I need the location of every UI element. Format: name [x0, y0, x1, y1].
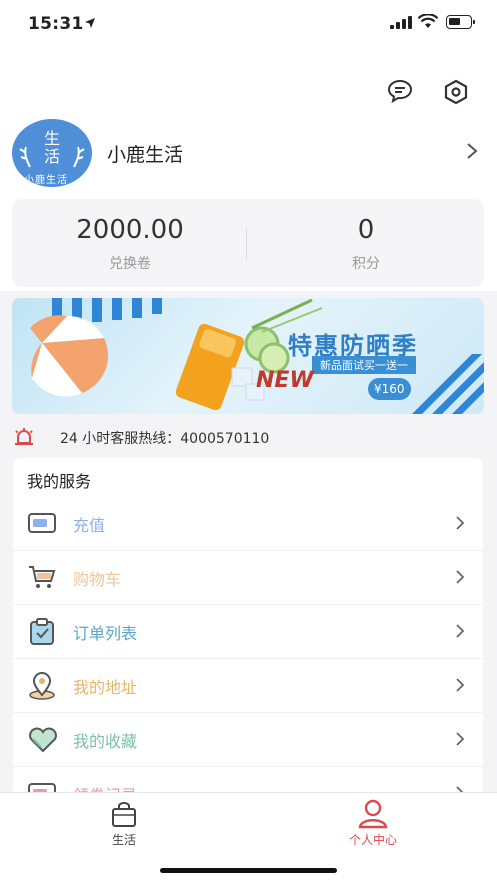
cellular-signal-icon [390, 16, 412, 29]
chevron-right-icon [456, 570, 465, 584]
points-value[interactable]: 0 [266, 215, 466, 245]
stats-card: 2000.00 兑换卷 0 积分 [12, 199, 484, 287]
message-icon[interactable] [387, 79, 413, 103]
wifi-icon [418, 14, 438, 28]
chevron-right-icon [456, 678, 465, 692]
alarm-icon [15, 428, 33, 445]
hotline-bar: 24 小时客服热线：4000570110 [0, 420, 497, 454]
banner-new-tag: NEW [256, 368, 314, 393]
service-item-orders[interactable]: 订单列表 [13, 604, 483, 659]
avatar-text-3: 小鹿生活 [24, 175, 68, 186]
services-title: 我的服务 [27, 472, 92, 491]
avatar[interactable]: 生 活 小鹿生活 [12, 119, 92, 187]
chevron-right-icon [456, 516, 465, 530]
service-item-address[interactable]: 我的地址 [13, 658, 483, 713]
service-label-cart: 购物车 [73, 570, 122, 589]
home-indicator [160, 868, 337, 873]
chevron-right-icon[interactable] [466, 142, 478, 160]
status-time: 15:31 [28, 14, 84, 34]
banner-subtitle: 新品面试买一送一 [312, 356, 416, 374]
promo-banner[interactable]: 特惠防晒季 新品面试买一送一 NEW ¥160 [12, 298, 484, 414]
location-arrow-icon [85, 18, 95, 28]
avatar-text-2: 活 [44, 147, 61, 166]
location-pin-icon [29, 672, 55, 700]
clipboard-check-icon [30, 618, 54, 645]
battery-icon [446, 15, 475, 29]
hotline-text[interactable]: 24 小时客服热线：4000570110 [60, 428, 269, 448]
service-item-favorites[interactable]: 我的收藏 [13, 712, 483, 767]
banner-price: ¥160 [368, 378, 411, 400]
tab-life[interactable]: 生活 [64, 793, 184, 853]
chevron-right-icon [456, 732, 465, 746]
exchange-voucher-value[interactable]: 2000.00 [30, 215, 230, 245]
tab-label-profile: 个人中心 [348, 833, 397, 847]
service-item-recharge[interactable]: 充值 [13, 496, 483, 551]
heart-icon [29, 727, 57, 753]
service-label-favorites: 我的收藏 [73, 732, 138, 751]
shopping-cart-icon [29, 566, 56, 588]
chevron-right-icon [456, 624, 465, 638]
tab-profile[interactable]: 个人中心 [313, 793, 433, 853]
user-icon [358, 799, 388, 829]
service-item-cart[interactable]: 购物车 [13, 550, 483, 605]
points-label: 积分 [352, 256, 380, 272]
tab-label-life: 生活 [111, 833, 136, 847]
stats-divider [246, 227, 247, 261]
exchange-voucher-label: 兑换卷 [109, 256, 151, 272]
shopping-bag-icon [112, 802, 136, 827]
service-label-recharge: 充值 [73, 516, 106, 535]
my-services-panel: 我的服务 充值 购物车 订单列表 我的地址 我的收藏 [13, 458, 483, 821]
settings-icon[interactable] [443, 79, 469, 105]
username[interactable]: 小鹿生活 [107, 140, 183, 167]
service-label-orders: 订单列表 [73, 624, 138, 643]
status-bar: 15:31 [0, 0, 497, 48]
service-label-address: 我的地址 [73, 678, 138, 697]
card-icon [28, 513, 56, 533]
